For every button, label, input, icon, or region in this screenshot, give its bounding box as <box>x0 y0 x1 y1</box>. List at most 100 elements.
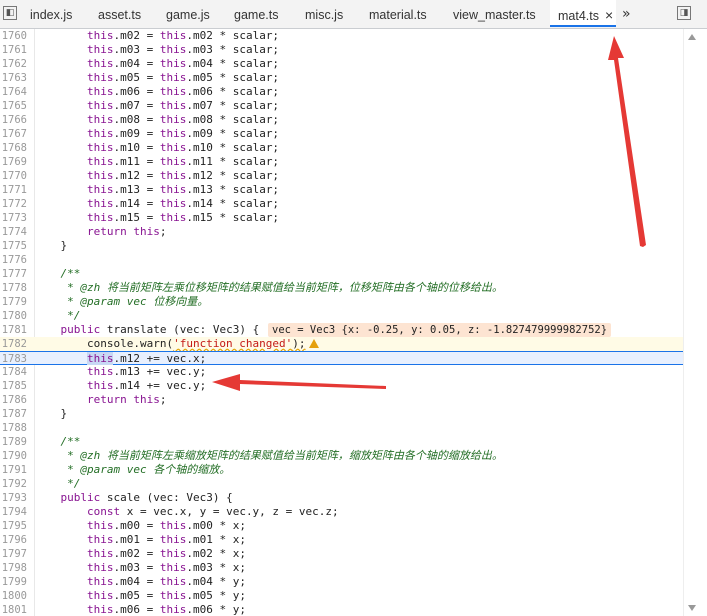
line-number[interactable]: 1794 <box>0 505 27 519</box>
code-line[interactable]: 1763 this.m05 = this.m05 * scalar; <box>0 71 683 85</box>
vertical-scrollbar[interactable] <box>683 29 707 616</box>
code-line[interactable]: 1796 this.m01 = this.m01 * x; <box>0 533 683 547</box>
line-number[interactable]: 1769 <box>0 155 27 169</box>
code-line[interactable]: 1782 console.warn('function changed'); <box>0 337 683 351</box>
line-number[interactable]: 1763 <box>0 71 27 85</box>
code-line[interactable]: 1773 this.m15 = this.m15 * scalar; <box>0 211 683 225</box>
line-number[interactable]: 1800 <box>0 589 27 603</box>
line-number[interactable]: 1767 <box>0 127 27 141</box>
line-number[interactable]: 1774 <box>0 225 27 239</box>
line-number[interactable]: 1793 <box>0 491 27 505</box>
line-number[interactable]: 1797 <box>0 547 27 561</box>
close-tab-icon[interactable]: × <box>605 7 613 23</box>
line-number[interactable]: 1780 <box>0 309 27 323</box>
line-number[interactable]: 1788 <box>0 421 27 435</box>
line-number[interactable]: 1796 <box>0 533 27 547</box>
code-line[interactable]: 1760 this.m02 = this.m02 * scalar; <box>0 29 683 43</box>
line-number[interactable]: 1783 <box>0 352 27 366</box>
line-number[interactable]: 1772 <box>0 197 27 211</box>
code-line[interactable]: 1772 this.m14 = this.m14 * scalar; <box>0 197 683 211</box>
line-number[interactable]: 1765 <box>0 99 27 113</box>
line-number[interactable]: 1762 <box>0 57 27 71</box>
line-number[interactable]: 1771 <box>0 183 27 197</box>
toggle-navigator-icon[interactable]: ◧ <box>3 6 17 20</box>
code-line[interactable]: 1774 return this; <box>0 225 683 239</box>
line-number[interactable]: 1801 <box>0 603 27 616</box>
line-number[interactable]: 1770 <box>0 169 27 183</box>
line-number[interactable]: 1773 <box>0 211 27 225</box>
tab-game-ts[interactable]: game.ts <box>234 0 278 28</box>
line-number[interactable]: 1781 <box>0 323 27 337</box>
line-number[interactable]: 1795 <box>0 519 27 533</box>
line-number[interactable]: 1777 <box>0 267 27 281</box>
code-line[interactable]: 1792 */ <box>0 477 683 491</box>
line-number[interactable]: 1784 <box>0 365 27 379</box>
line-number[interactable]: 1761 <box>0 43 27 57</box>
code-line[interactable]: 1800 this.m05 = this.m05 * y; <box>0 589 683 603</box>
line-number[interactable]: 1791 <box>0 463 27 477</box>
code-line[interactable]: 1785 this.m14 += vec.y; <box>0 379 683 393</box>
scroll-up-icon[interactable] <box>688 34 696 40</box>
code-line[interactable]: 1761 this.m03 = this.m03 * scalar; <box>0 43 683 57</box>
line-number[interactable]: 1775 <box>0 239 27 253</box>
code-line[interactable]: 1765 this.m07 = this.m07 * scalar; <box>0 99 683 113</box>
line-number[interactable]: 1766 <box>0 113 27 127</box>
code-line[interactable]: 1784 this.m13 += vec.y; <box>0 365 683 379</box>
line-number[interactable]: 1764 <box>0 85 27 99</box>
line-number[interactable]: 1768 <box>0 141 27 155</box>
code-line[interactable]: 1795 this.m00 = this.m00 * x; <box>0 519 683 533</box>
line-number[interactable]: 1778 <box>0 281 27 295</box>
line-number[interactable]: 1785 <box>0 379 27 393</box>
line-number[interactable]: 1760 <box>0 29 27 43</box>
more-tabs-icon[interactable]: » <box>622 0 631 28</box>
code-line[interactable]: 1790 * @zh 将当前矩阵左乘缩放矩阵的结果赋值给当前矩阵，缩放矩阵由各个… <box>0 449 683 463</box>
code-line[interactable]: 1788 <box>0 421 683 435</box>
inline-value-preview[interactable]: vec = Vec3 {x: -0.25, y: 0.05, z: -1.827… <box>268 323 612 337</box>
code-line[interactable]: 1771 this.m13 = this.m13 * scalar; <box>0 183 683 197</box>
code-line[interactable]: 1779 * @param vec 位移向量。 <box>0 295 683 309</box>
code-line[interactable]: 1766 this.m08 = this.m08 * scalar; <box>0 113 683 127</box>
tab-asset-ts[interactable]: asset.ts <box>98 0 141 28</box>
code-line[interactable]: 1783 this.m12 += vec.x; <box>0 351 683 365</box>
line-number[interactable]: 1792 <box>0 477 27 491</box>
line-number[interactable]: 1787 <box>0 407 27 421</box>
warning-icon[interactable] <box>308 339 319 348</box>
line-number[interactable]: 1776 <box>0 253 27 267</box>
code-line[interactable]: 1801 this.m06 = this.m06 * y; <box>0 603 683 616</box>
code-line[interactable]: 1770 this.m12 = this.m12 * scalar; <box>0 169 683 183</box>
code-line[interactable]: 1778 * @zh 将当前矩阵左乘位移矩阵的结果赋值给当前矩阵，位移矩阵由各个… <box>0 281 683 295</box>
line-number[interactable]: 1789 <box>0 435 27 449</box>
code-line[interactable]: 1787 } <box>0 407 683 421</box>
code-line[interactable]: 1799 this.m04 = this.m04 * y; <box>0 575 683 589</box>
tab-mat4-ts[interactable]: mat4.ts × <box>550 0 616 27</box>
tab-misc-js[interactable]: misc.js <box>305 0 343 28</box>
code-line[interactable]: 1762 this.m04 = this.m04 * scalar; <box>0 57 683 71</box>
code-line[interactable]: 1798 this.m03 = this.m03 * x; <box>0 561 683 575</box>
tab-game-js[interactable]: game.js <box>166 0 210 28</box>
tab-index-js[interactable]: index.js <box>30 0 72 28</box>
tab-view-master-ts[interactable]: view_master.ts <box>453 0 536 28</box>
line-number[interactable]: 1782 <box>0 337 27 351</box>
line-number[interactable]: 1790 <box>0 449 27 463</box>
line-number[interactable]: 1779 <box>0 295 27 309</box>
code-line[interactable]: 1781 public translate (vec: Vec3) {vec =… <box>0 323 683 337</box>
code-line[interactable]: 1791 * @param vec 各个轴的缩放。 <box>0 463 683 477</box>
code-line[interactable]: 1767 this.m09 = this.m09 * scalar; <box>0 127 683 141</box>
line-number[interactable]: 1799 <box>0 575 27 589</box>
code-line[interactable]: 1776 <box>0 253 683 267</box>
code-line[interactable]: 1797 this.m02 = this.m02 * x; <box>0 547 683 561</box>
code-line[interactable]: 1786 return this; <box>0 393 683 407</box>
toggle-debugger-icon[interactable]: ◨ <box>677 6 691 20</box>
code-line[interactable]: 1775 } <box>0 239 683 253</box>
tab-material-ts[interactable]: material.ts <box>369 0 427 28</box>
code-line[interactable]: 1777 /** <box>0 267 683 281</box>
code-line[interactable]: 1780 */ <box>0 309 683 323</box>
code-editor[interactable]: 1760 this.m02 = this.m02 * scalar; 1761 t… <box>0 29 683 616</box>
code-line[interactable]: 1789 /** <box>0 435 683 449</box>
code-line[interactable]: 1768 this.m10 = this.m10 * scalar; <box>0 141 683 155</box>
code-line[interactable]: 1769 this.m11 = this.m11 * scalar; <box>0 155 683 169</box>
line-number[interactable]: 1798 <box>0 561 27 575</box>
code-line[interactable]: 1764 this.m06 = this.m06 * scalar; <box>0 85 683 99</box>
line-number[interactable]: 1786 <box>0 393 27 407</box>
scroll-down-icon[interactable] <box>688 605 696 611</box>
